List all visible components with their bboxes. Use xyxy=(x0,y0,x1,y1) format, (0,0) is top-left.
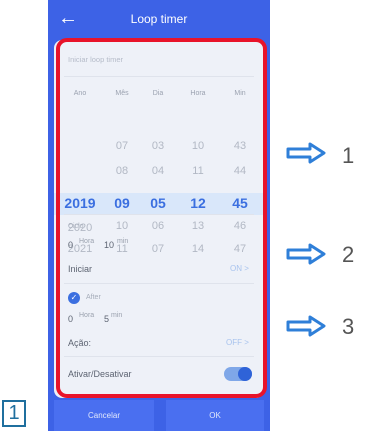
annotation-arrow-icon xyxy=(286,243,326,265)
ok-button[interactable]: OK xyxy=(166,400,264,431)
bottom-bar: Cancelar OK xyxy=(48,400,270,431)
cancel-button[interactable]: Cancelar xyxy=(54,400,154,431)
annotation-arrow-icon xyxy=(286,315,326,337)
top-bar: ← Loop timer xyxy=(48,0,270,40)
callout-number: 2 xyxy=(342,242,355,267)
page-title: Loop timer xyxy=(130,12,188,26)
step-badge: 1 xyxy=(2,400,26,427)
callout-number: 1 xyxy=(342,143,355,168)
annotation-highlight-box xyxy=(56,38,267,398)
callout-number: 3 xyxy=(342,314,355,339)
annotation-arrow-icon xyxy=(286,142,326,164)
